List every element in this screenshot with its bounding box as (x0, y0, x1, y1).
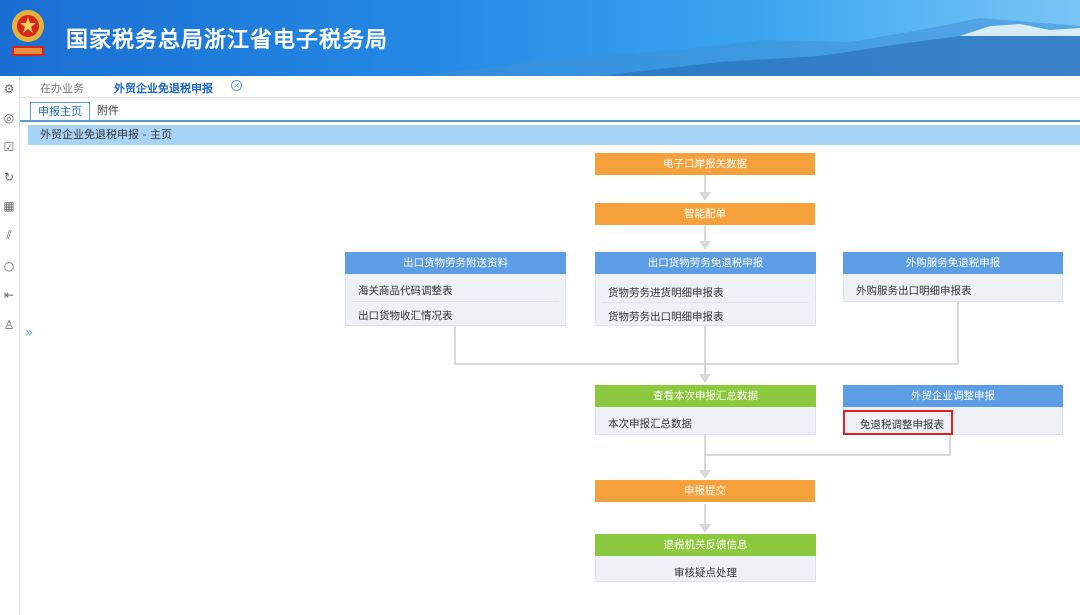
adjust-title: 外贸企业调整申报 (843, 385, 1063, 407)
feedback-title: 退税机关反馈信息 (595, 534, 816, 556)
export-declare-title: 出口货物劳务免退税申报 (595, 252, 816, 274)
customs-data-step[interactable]: 电子口岸报关数据 (595, 153, 815, 175)
service-declare-title: 外购服务免退税申报 (843, 252, 1063, 274)
list-item[interactable]: 外购服务出口明细申报表 (856, 283, 972, 298)
submit-step[interactable]: 申报提交 (595, 480, 815, 502)
list-item[interactable]: 货物劳务进货明细申报表 (608, 285, 724, 300)
list-item[interactable]: 审核疑点处理 (596, 565, 815, 580)
list-item[interactable]: 货物劳务出口明细申报表 (608, 309, 724, 324)
list-item[interactable]: 海关商品代码调整表 (358, 283, 453, 298)
smart-match-step[interactable]: 智能配单 (595, 203, 815, 225)
attach-docs-title: 出口货物劳务附送资料 (345, 252, 566, 274)
summary-title: 查看本次申报汇总数据 (595, 385, 816, 407)
list-item[interactable]: 本次申报汇总数据 (608, 416, 692, 431)
divider (602, 302, 809, 303)
divider (352, 301, 559, 302)
highlight-box (843, 410, 953, 435)
list-item[interactable]: 出口货物收汇情况表 (358, 308, 453, 323)
